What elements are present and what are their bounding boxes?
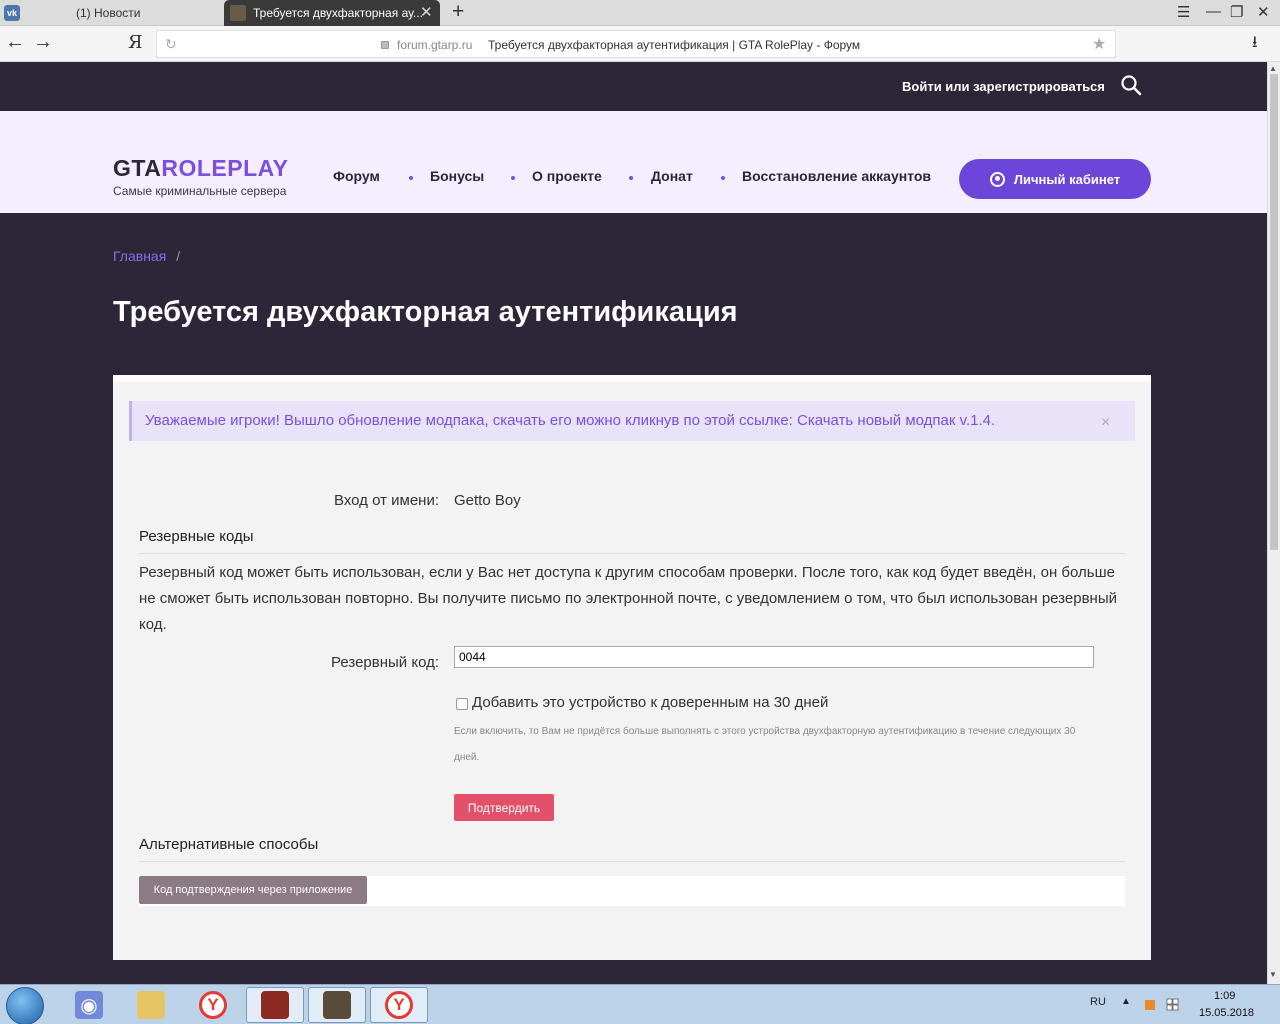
browser-nav-bar: ← → Я ↻ forum.gtarp.ru Требуется двухфак… [0,26,1280,62]
tray-icons[interactable] [1143,997,1183,1013]
site-top-bar: Войти или зарегистрироваться [0,62,1267,111]
nav-bonuses[interactable]: Бонусы [430,168,484,184]
close-icon[interactable]: × [1101,415,1110,431]
tab-news[interactable]: vk (1) Новости [0,0,222,26]
content-panel: Уважаемые игроки! Вышло обновление модпа… [113,375,1151,960]
trust-device-hint: Если включить, то Вам не придётся больше… [454,726,1076,763]
address-title: Требуется двухфакторная аутентификация |… [488,38,861,52]
lock-icon [381,41,389,49]
nav-account-recovery[interactable]: Восстановление аккаунтов [742,168,931,184]
login-as-label: Вход от имени: [333,492,439,509]
taskbar-app-red[interactable] [246,987,304,1023]
backup-code-label: Резервный код: [331,654,439,671]
discord-icon: ◉ [75,991,103,1019]
confirm-button[interactable]: Подтвердить [454,794,554,821]
browser-tab-bar: vk (1) Новости Требуется двухфакторная а… [0,0,1280,26]
forward-icon[interactable]: → [33,31,53,54]
site-favicon-icon [230,5,246,21]
nav-donate[interactable]: Донат [651,168,693,184]
breadcrumb-home[interactable]: Главная [113,248,166,264]
scroll-down-icon[interactable]: ▼ [1269,970,1277,979]
download-icon[interactable]: ⭳ [1252,31,1258,58]
user-icon [989,171,1005,187]
game-icon [323,991,351,1019]
menu-separator [511,176,515,180]
nav-forum[interactable]: Форум [333,168,380,184]
notice-text[interactable]: Уважаемые игроки! Вышло обновление модпа… [145,412,995,429]
breadcrumb-separator: / [176,248,181,264]
tab-active[interactable]: Требуется двухфакторная ау... ✕ [224,0,440,26]
address-domain: forum.gtarp.ru [397,38,473,52]
language-indicator[interactable]: RU [1090,996,1106,1008]
bookmark-star-icon[interactable]: ★ [1092,34,1106,54]
clock-date[interactable]: 15.05.2018 [1199,1007,1254,1019]
backup-code-input[interactable] [454,646,1094,668]
scroll-thumb[interactable] [1270,74,1278,550]
yandex-browser-icon: Y [199,991,227,1019]
taskbar-discord[interactable]: ◉ [60,987,118,1023]
logo-accent: ROLEPLAY [161,155,289,181]
vk-icon: vk [4,5,20,21]
taskbar-yandex-active[interactable]: Y [370,987,428,1023]
logo-main: GTA [113,155,162,181]
login-as-value: Getto Boy [454,492,521,509]
notice-banner: Уважаемые игроки! Вышло обновление модпа… [129,401,1135,441]
scroll-up-icon[interactable]: ▲ [1269,64,1277,73]
login-register-link[interactable]: Войти или зарегистрироваться [902,79,1105,94]
breadcrumb: Главная / [113,248,180,264]
app-code-button[interactable]: Код подтверждения через приложение [139,876,367,904]
backup-description: Резервный код может быть использован, ес… [139,564,1117,633]
site-header: GTAROLEPLAY Самые криминальные сервера Ф… [0,111,1267,213]
window-close-icon[interactable]: ✕ [1257,3,1270,21]
alternative-methods-box: Код подтверждения через приложение [139,876,1125,906]
yandex-browser-icon: Y [385,991,413,1019]
alternative-methods-heading: Альтернативные способы [139,836,1125,862]
close-icon[interactable]: ✕ [420,3,433,21]
menu-separator [409,176,413,180]
logo-subtitle: Самые криминальные сервера [113,184,287,198]
new-tab-button[interactable]: + [452,0,464,24]
windows-taskbar: ◉ Y Y RU ▲ 1:09 15.05.2018 [0,984,1280,1024]
personal-cabinet-button[interactable]: Личный кабинет [959,159,1151,199]
clock-time[interactable]: 1:09 [1214,990,1235,1002]
reload-icon[interactable]: ↻ [165,36,177,53]
menu-icon[interactable]: ☰ [1177,3,1190,21]
backup-codes-heading: Резервные коды [139,528,1125,554]
yandex-icon[interactable]: Я [128,32,143,53]
taskbar-app-game[interactable] [308,987,366,1023]
app-icon [261,991,289,1019]
trust-device-label[interactable]: Добавить это устройство к доверенным на … [472,694,828,711]
tab-label: (1) Новости [76,6,141,20]
cabinet-label: Личный кабинет [1013,171,1121,187]
page-title: Требуется двухфакторная аутентификация [113,296,738,328]
tray-expand-icon[interactable]: ▲ [1121,996,1131,1007]
trust-device-checkbox[interactable] [456,698,468,710]
windows-start-icon[interactable] [6,987,44,1024]
site-logo[interactable]: GTAROLEPLAY [113,155,288,182]
menu-separator [629,176,633,180]
address-bar[interactable]: ↻ forum.gtarp.ru Требуется двухфакторная… [156,30,1116,58]
nav-about[interactable]: О проекте [532,168,602,184]
taskbar-yandex[interactable]: Y [184,987,242,1023]
taskbar-explorer[interactable] [122,987,180,1023]
menu-separator [721,176,725,180]
folder-icon [137,991,165,1019]
minimize-icon[interactable]: — [1206,3,1221,20]
page-scrollbar[interactable]: ▲ ▼ [1267,62,1280,984]
tab-label: Требуется двухфакторная ау... [253,6,423,20]
restore-icon[interactable]: ❐ [1230,3,1243,21]
search-icon[interactable] [1120,74,1142,96]
back-icon[interactable]: ← [5,31,25,54]
